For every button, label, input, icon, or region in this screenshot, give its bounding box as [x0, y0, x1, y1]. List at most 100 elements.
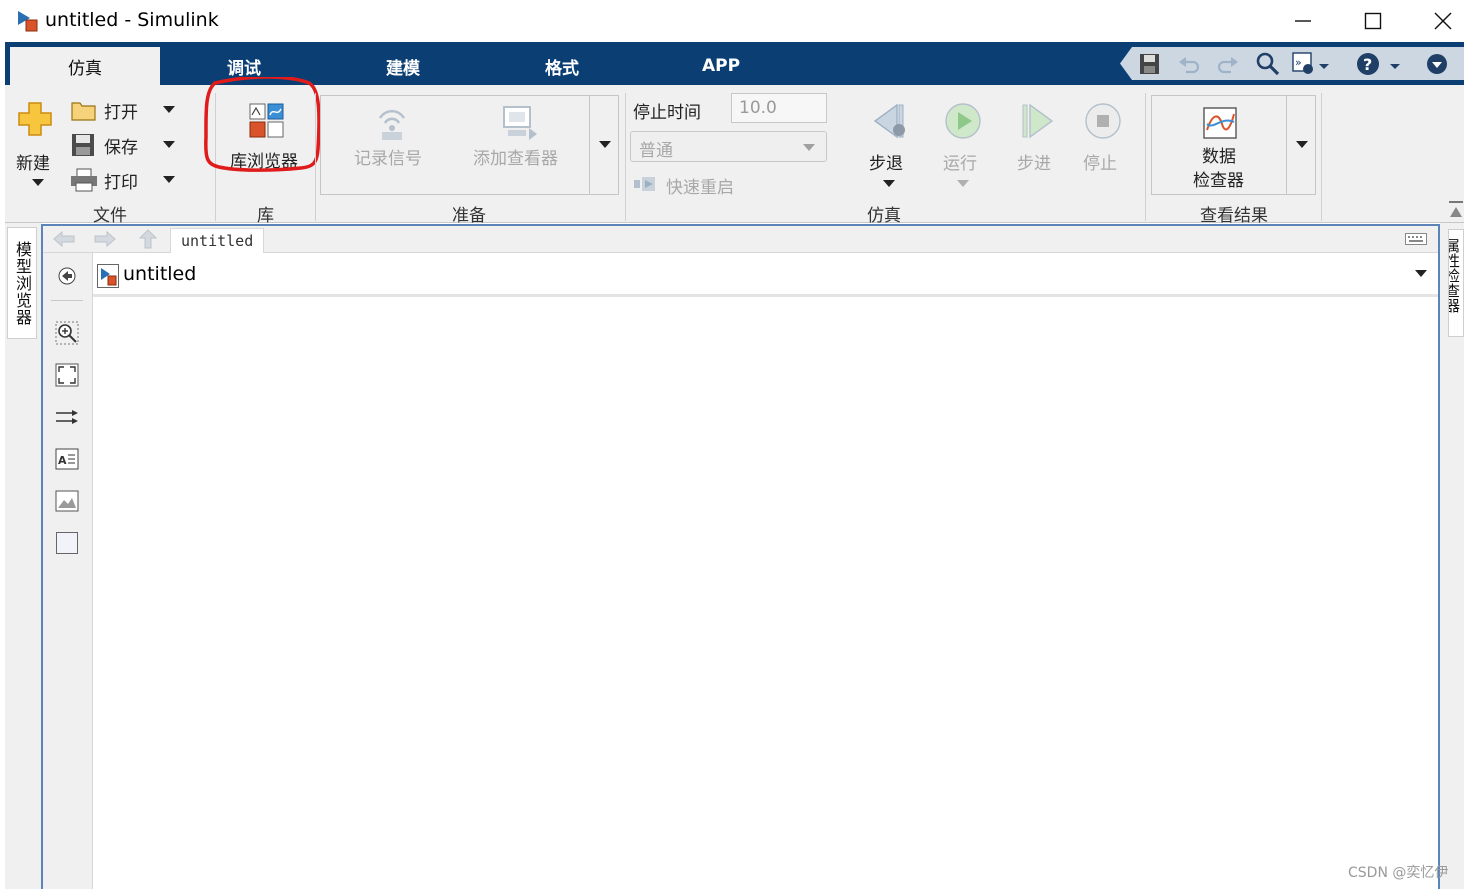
area-icon — [56, 532, 78, 554]
run-label: 运行 — [943, 154, 977, 174]
undo-icon[interactable] — [1178, 54, 1202, 74]
address-dropdown-arrow[interactable] — [1415, 270, 1427, 277]
model-icon — [97, 264, 119, 288]
model-address-bar[interactable]: untitled — [93, 257, 1438, 297]
log-signals-button[interactable]: 记录信号 — [329, 96, 449, 194]
stop-time-field[interactable] — [731, 93, 827, 123]
open-label: 打开 — [104, 103, 138, 123]
left-side-panel: 模型浏览器 — [5, 223, 41, 889]
hide-explorer-icon — [58, 267, 76, 285]
separator — [1145, 93, 1146, 221]
minimize-ribbon-icon[interactable] — [1426, 53, 1448, 75]
run-button[interactable]: 运行 — [935, 99, 991, 191]
save-model-button[interactable]: 保存 — [69, 132, 181, 158]
ribbon-panel: 新建 打开 保存 打印 文件 库浏览器 库 记录信号 添加查看器 准备 停止时间… — [5, 77, 1464, 226]
simulation-mode-value: 普通 — [639, 141, 673, 161]
explorer-bar: untitled — [43, 226, 1438, 253]
image-annotation-button[interactable] — [55, 489, 79, 513]
svg-text:»: » — [1295, 56, 1302, 69]
save-model-icon — [72, 134, 94, 156]
add-viewer-label: 添加查看器 — [473, 149, 558, 169]
hide-explorer-button[interactable] — [55, 264, 79, 288]
tab-format[interactable]: 格式 — [503, 47, 621, 85]
window-title: untitled - Simulink — [45, 9, 219, 31]
open-folder-icon — [71, 102, 96, 121]
fast-restart-label: 快速重启 — [666, 178, 734, 198]
simulation-mode-select[interactable]: 普通 — [630, 131, 827, 162]
annotation-icon: A — [55, 448, 79, 470]
stop-time-label: 停止时间 — [633, 103, 701, 123]
maximize-button[interactable] — [1338, 0, 1408, 42]
image-icon — [55, 490, 79, 512]
help-icon[interactable]: ? — [1356, 52, 1402, 76]
simulink-window: untitled - Simulink 仿真 调试 建模 格式 APP » ? … — [0, 0, 1464, 889]
search-icon[interactable] — [1256, 52, 1280, 76]
area-button[interactable] — [55, 531, 79, 555]
shortcut-icon[interactable]: » — [1292, 52, 1332, 76]
minimize-icon — [1295, 20, 1311, 22]
step-back-dropdown-arrow[interactable] — [883, 180, 895, 187]
annotation-button[interactable]: A — [55, 447, 79, 471]
review-gallery-expand[interactable] — [1286, 96, 1316, 194]
step-forward-label: 步进 — [1017, 154, 1051, 174]
keyboard-icon[interactable] — [1405, 233, 1427, 245]
prepare-group-label: 准备 — [452, 206, 486, 226]
ribbon-collapse-icon[interactable] — [1449, 201, 1463, 219]
zoom-button[interactable] — [55, 321, 79, 345]
svg-text:?: ? — [1363, 55, 1372, 74]
tab-modeling[interactable]: 建模 — [344, 47, 462, 85]
fit-to-view-button[interactable] — [55, 363, 79, 387]
add-viewer-button[interactable]: 添加查看器 — [459, 96, 587, 194]
close-button[interactable] — [1408, 0, 1464, 42]
title-bar: untitled - Simulink — [0, 0, 1464, 42]
chevron-down-icon — [803, 144, 815, 151]
step-back-icon — [873, 103, 905, 139]
up-arrow-icon[interactable] — [139, 229, 157, 249]
property-inspector-tab[interactable]: 属性检查器 — [1448, 229, 1464, 337]
step-forward-button[interactable]: 步进 — [1009, 99, 1065, 191]
data-inspector-button[interactable]: 数据 检查器 — [1152, 96, 1286, 194]
library-group-label: 库 — [257, 206, 274, 226]
new-button[interactable]: 新建 — [13, 97, 57, 193]
open-dropdown-arrow[interactable] — [163, 106, 175, 113]
tab-simulation[interactable]: 仿真 — [10, 47, 160, 85]
log-signals-icon — [378, 110, 406, 140]
run-icon — [945, 103, 981, 139]
model-path: untitled — [123, 263, 197, 285]
simulink-logo-icon — [18, 11, 38, 32]
tab-apps[interactable]: APP — [662, 47, 780, 85]
chevron-down-icon — [1296, 141, 1308, 148]
save-dropdown-arrow[interactable] — [163, 141, 175, 148]
prepare-gallery-expand[interactable] — [589, 96, 619, 194]
save-icon[interactable] — [1138, 53, 1162, 75]
stop-button[interactable]: 停止 — [1077, 99, 1133, 191]
fit-to-view-icon — [55, 363, 79, 387]
back-arrow-icon[interactable] — [53, 231, 75, 247]
separator — [625, 93, 626, 221]
save-label: 保存 — [104, 138, 138, 158]
signal-lines-button[interactable] — [55, 405, 79, 429]
new-dropdown-arrow[interactable] — [32, 179, 44, 186]
forward-arrow-icon[interactable] — [94, 231, 116, 247]
run-dropdown-arrow[interactable] — [957, 180, 969, 187]
minimize-button[interactable] — [1268, 0, 1338, 42]
log-signals-label: 记录信号 — [354, 149, 422, 169]
new-plus-icon — [18, 102, 52, 136]
separator — [1321, 93, 1322, 221]
print-button[interactable]: 打印 — [69, 167, 181, 193]
maximize-icon — [1364, 12, 1382, 30]
model-browser-tab[interactable]: 模型浏览器 — [7, 227, 37, 339]
open-button[interactable]: 打开 — [69, 97, 181, 123]
svg-text:A: A — [58, 454, 67, 467]
fast-restart-button[interactable]: 快速重启 — [631, 171, 781, 198]
step-back-button[interactable]: 步退 — [861, 99, 917, 191]
red-highlight-annotation — [204, 77, 321, 172]
right-side-panel: 属性检查器 — [1440, 223, 1464, 889]
breadcrumb-tab[interactable]: untitled — [170, 228, 265, 253]
print-dropdown-arrow[interactable] — [163, 176, 175, 183]
close-icon — [1434, 12, 1452, 30]
step-forward-icon — [1022, 103, 1054, 139]
review-group-label: 查看结果 — [1200, 206, 1268, 226]
redo-icon[interactable] — [1215, 54, 1239, 74]
add-viewer-icon — [503, 106, 537, 140]
